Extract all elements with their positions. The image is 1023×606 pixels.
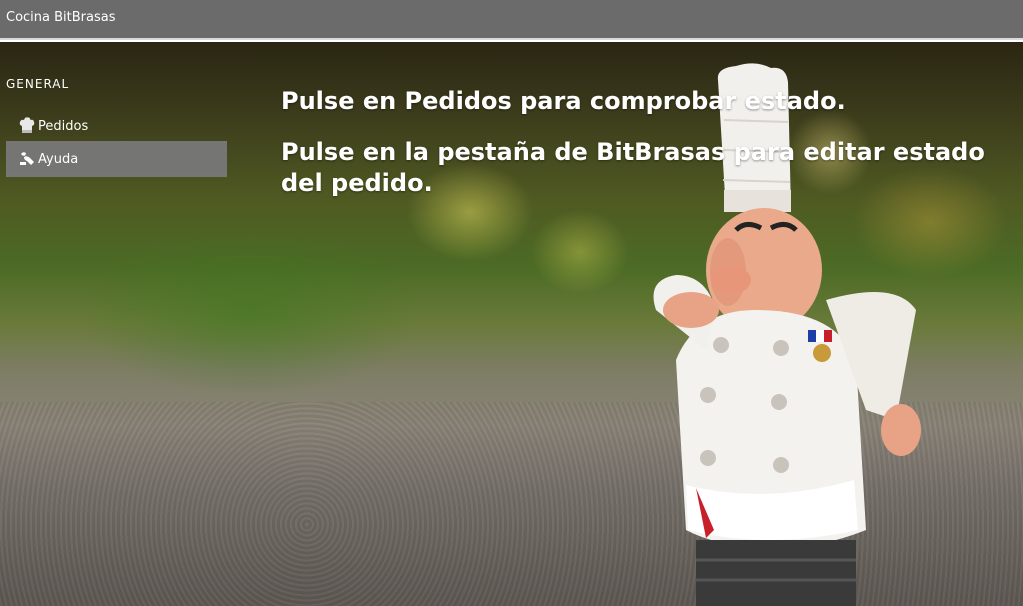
chef-hat-icon [19,117,35,133]
sidebar-item-label: Ayuda [38,151,79,167]
section-label-general: GENERAL [6,77,70,91]
window-titlebar: Cocina BitBrasas [0,0,1023,40]
sidebar-item-pedidos[interactable]: Pedidos [6,108,227,144]
help-content: Pulse en Pedidos para comprobar estado. … [281,86,1001,219]
help-message-bitbrasas: Pulse en la pestaña de BitBrasas para ed… [281,138,985,197]
sidebar-item-ayuda[interactable]: Ayuda [6,141,227,177]
help-icon [20,152,34,165]
sidebar-item-label: Pedidos [38,118,89,134]
help-message-pedidos: Pulse en Pedidos para comprobar estado. [281,87,846,115]
window-title: Cocina BitBrasas [6,10,116,25]
